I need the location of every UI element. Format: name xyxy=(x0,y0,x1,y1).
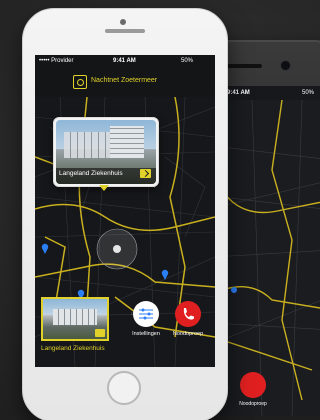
route-icon[interactable] xyxy=(140,169,151,178)
back-status-battery: 50% xyxy=(302,90,315,96)
selected-pin-marker xyxy=(99,185,109,191)
back-phone-speaker xyxy=(222,64,262,68)
front-phone-speaker xyxy=(105,29,145,33)
front-phone-device: ••••• Provider 9:41 AM 50% Nachtnet Zoet… xyxy=(22,8,228,420)
thumbnail-location-name: Langeland Ziekenhuis xyxy=(41,345,105,352)
status-battery: 50% xyxy=(181,58,194,64)
popup-location-name: Langeland Ziekenhuis xyxy=(59,170,123,177)
app-title: Nachtnet Zoetermeer xyxy=(91,77,158,84)
front-phone-camera xyxy=(120,19,126,25)
front-phone-screen: ••••• Provider 9:41 AM 50% Nachtnet Zoet… xyxy=(35,55,215,367)
current-location-dot xyxy=(113,245,121,253)
app-header: Nachtnet Zoetermeer xyxy=(35,69,215,97)
status-carrier: ••••• Provider xyxy=(39,58,74,64)
home-button[interactable] xyxy=(107,371,141,405)
sliders-icon xyxy=(139,308,153,320)
emergency-label: Noodoproep xyxy=(172,331,204,337)
back-status-time: 9:41 AM xyxy=(227,90,250,96)
phone-icon xyxy=(183,308,194,320)
settings-label: Instellingen xyxy=(132,331,160,337)
back-phone-camera xyxy=(280,60,291,71)
location-popup-card[interactable]: Langeland Ziekenhuis xyxy=(53,117,159,187)
back-emergency-label: Noodoproep xyxy=(239,401,267,407)
status-time: 9:41 AM xyxy=(113,58,136,64)
product-mockup: 9:41 AM 50% Noodoproep ••••• Provider 9:… xyxy=(0,0,320,420)
eye-icon xyxy=(73,75,87,89)
settings-button[interactable] xyxy=(133,301,159,327)
back-emergency-button[interactable] xyxy=(240,372,266,398)
emergency-call-button[interactable] xyxy=(175,301,201,327)
status-bar: ••••• Provider 9:41 AM 50% xyxy=(35,55,215,69)
location-thumbnail[interactable] xyxy=(41,297,109,341)
route-icon[interactable] xyxy=(95,329,105,337)
